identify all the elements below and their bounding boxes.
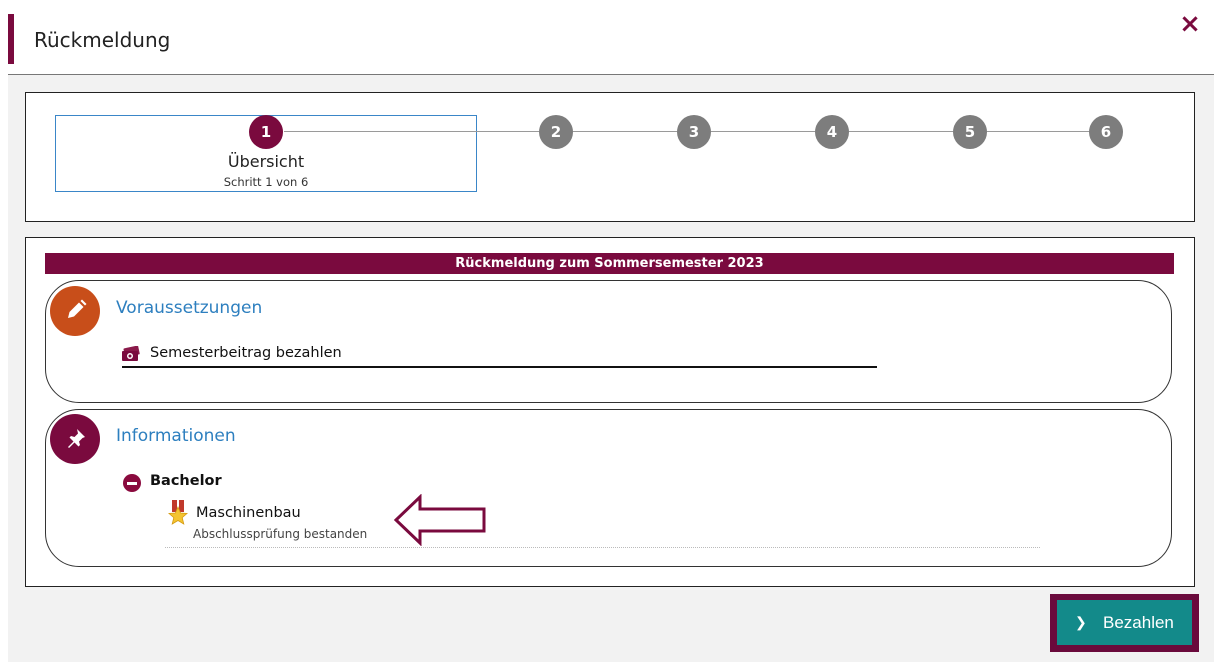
divider — [165, 547, 1040, 548]
step-4[interactable]: 4 — [815, 115, 849, 149]
pay-button-label: Bezahlen — [1103, 613, 1174, 632]
close-button[interactable]: × — [1176, 10, 1204, 38]
step-6[interactable]: 6 — [1089, 115, 1123, 149]
step-connector — [849, 131, 953, 132]
pencil-icon — [50, 286, 100, 336]
step-1[interactable]: 1 — [249, 115, 283, 149]
step-3[interactable]: 3 — [677, 115, 711, 149]
step-connector — [284, 131, 539, 132]
step-connector — [711, 131, 815, 132]
information-title: Informationen — [116, 426, 236, 446]
pin-icon — [50, 414, 100, 464]
prerequisites-title: Voraussetzungen — [116, 298, 263, 318]
left-arrow-icon — [393, 493, 489, 547]
pay-button[interactable]: ❯ Bezahlen — [1057, 600, 1192, 645]
title-accent-bar — [8, 14, 14, 64]
active-step-subtitle: Schritt 1 von 6 — [223, 175, 309, 189]
collapse-icon[interactable] — [123, 474, 141, 492]
requirement-underline — [122, 366, 877, 368]
subject-status: Abschlussprüfung bestanden — [193, 527, 368, 541]
dialog-title: Rückmeldung — [34, 28, 171, 52]
requirement-item[interactable]: Semesterbeitrag bezahlen — [150, 345, 342, 361]
step-5[interactable]: 5 — [953, 115, 987, 149]
degree-label: Bachelor — [150, 473, 222, 489]
dialog-titlebar: Rückmeldung × — [0, 0, 1214, 76]
step-connector — [987, 131, 1091, 132]
section-header: Rückmeldung zum Sommersemester 2023 — [45, 253, 1174, 274]
chevron-right-icon: ❯ — [1075, 614, 1087, 630]
step-connector — [573, 131, 677, 132]
subject-name: Maschinenbau — [196, 505, 301, 521]
star-ribbon-icon — [166, 500, 190, 528]
money-icon — [122, 345, 140, 362]
step-2[interactable]: 2 — [539, 115, 573, 149]
active-step-name: Übersicht — [227, 152, 305, 171]
